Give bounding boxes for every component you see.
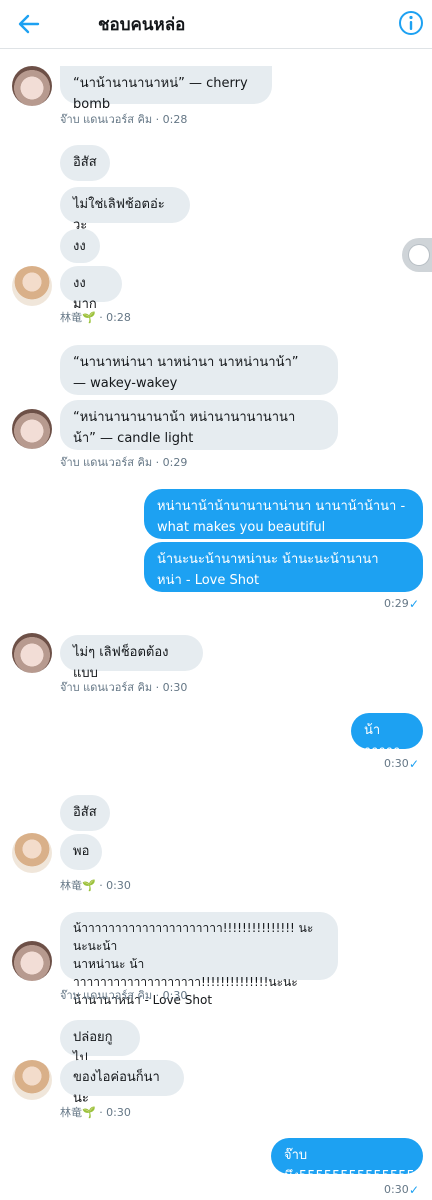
checkmark-icon: ✓ bbox=[409, 757, 420, 771]
message-bubble[interactable]: “หน่านานานานาน้า หน่านานานานานา น้า” — c… bbox=[60, 400, 338, 450]
message-bubble[interactable]: “นาน้านานานาหน่” — cherry bomb bbox=[60, 66, 272, 112]
message-bubble[interactable]: ปล่อยกูไป bbox=[60, 1020, 140, 1066]
avatar[interactable] bbox=[12, 66, 52, 106]
handle-knob bbox=[409, 245, 429, 265]
message-bubble[interactable]: หน่านาน้าน้านานานาน่านา นานาน้าน้านา - w… bbox=[144, 489, 423, 539]
message-bubble[interactable]: จ๊าบมึง55555555555555 bbox=[271, 1138, 423, 1184]
avatar[interactable] bbox=[12, 409, 52, 449]
message-meta: 0:30 bbox=[384, 757, 409, 770]
avatar[interactable] bbox=[12, 633, 52, 673]
message-meta: 林竜🌱 · 0:30 bbox=[60, 879, 131, 892]
message-meta: 0:29 bbox=[384, 597, 409, 610]
conversation-header: ชอบคนหล่อ bbox=[0, 0, 432, 49]
message-bubble[interactable]: “นานาหน่านา นาหน่านา นาหน่านาน้า” — wake… bbox=[60, 345, 338, 395]
avatar[interactable] bbox=[12, 941, 52, 981]
message-meta: จ๊าบ แดนเวอร์ส คิม · 0:29 bbox=[60, 456, 188, 469]
message-meta: จ๊าบ แดนเวอร์ส คิม · 0:28 bbox=[60, 113, 188, 126]
message-bubble[interactable]: งงมาก bbox=[60, 266, 122, 312]
info-icon[interactable] bbox=[397, 9, 425, 37]
message-bubble[interactable]: น้าาาาาาาาาาาาาาาาาาาาา!!!!!!!!!!!!!!! น… bbox=[60, 912, 338, 1007]
back-arrow-icon[interactable] bbox=[14, 10, 44, 38]
message-meta: 0:30 bbox=[384, 1183, 409, 1196]
message-bubble[interactable]: ของไอค่อนก็นานะ bbox=[60, 1060, 184, 1106]
message-bubble[interactable]: อิสัส bbox=[60, 145, 110, 181]
message-meta: จ๊าบ แดนเวอร์ส คิม · 0:30 bbox=[60, 681, 188, 694]
message-bubble[interactable]: งง bbox=[60, 229, 100, 263]
message-bubble[interactable]: ไม่ใช่เลิฟช้อตอ่ะวะ bbox=[60, 187, 190, 233]
message-meta: 林竜🌱 · 0:28 bbox=[60, 311, 131, 324]
checkmark-icon: ✓ bbox=[409, 597, 420, 611]
message-bubble[interactable]: น้าาาาาา bbox=[351, 713, 423, 759]
message-bubble[interactable]: น้านะนะน้านาหน่านะ น้านะนะน้านานา หน่า -… bbox=[144, 542, 423, 592]
message-bubble[interactable]: ไม่ๆ เลิฟช็อตต้องแบบ bbox=[60, 635, 203, 681]
message-bubble[interactable]: อิสัส bbox=[60, 795, 110, 831]
message-meta: 林竜🌱 · 0:30 bbox=[60, 1106, 131, 1119]
avatar[interactable] bbox=[12, 266, 52, 306]
message-bubble[interactable]: พอ bbox=[60, 834, 102, 870]
message-meta: จ๊าบ แดนเวอร์ส คิม · 0:30 bbox=[60, 989, 188, 1002]
avatar[interactable] bbox=[12, 1060, 52, 1100]
checkmark-icon: ✓ bbox=[409, 1183, 420, 1197]
avatar[interactable] bbox=[12, 833, 52, 873]
floating-scroll-handle[interactable] bbox=[402, 238, 432, 272]
conversation-title: ชอบคนหล่อ bbox=[98, 15, 186, 35]
